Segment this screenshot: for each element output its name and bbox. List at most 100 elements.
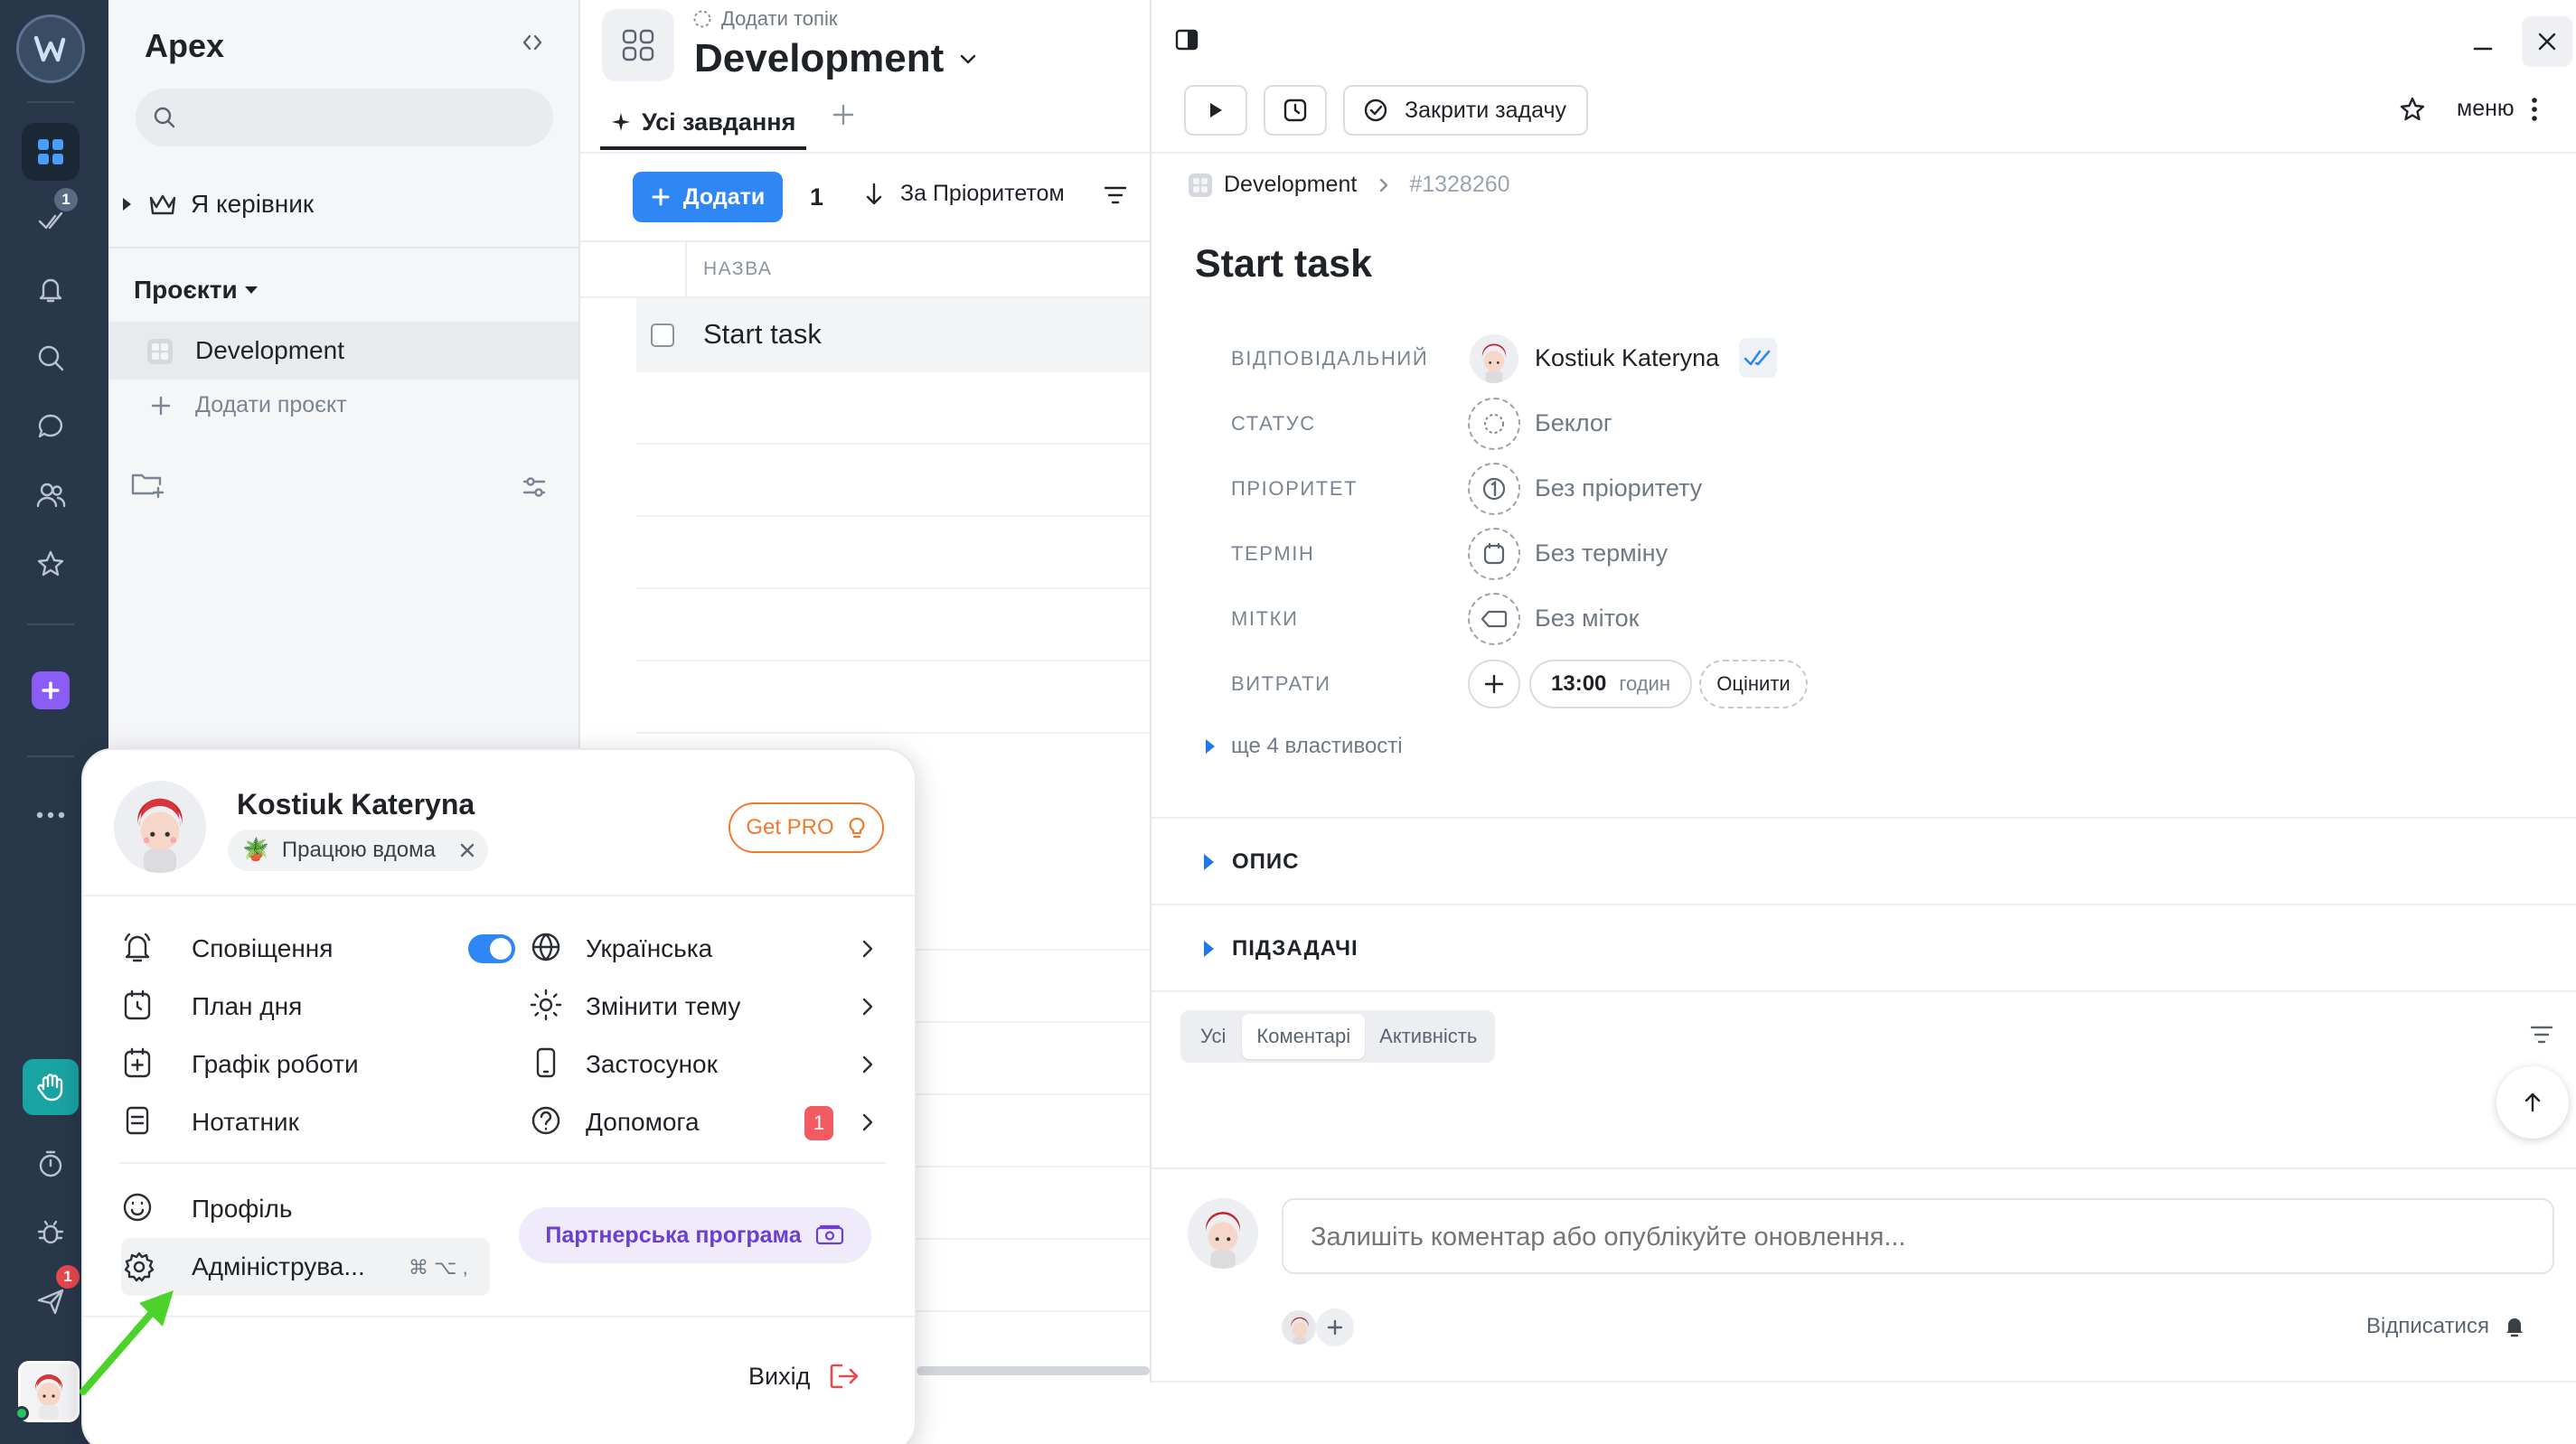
rail-dashboard-button[interactable]	[22, 123, 80, 181]
comment-input[interactable]	[1311, 1216, 2522, 1258]
history-button[interactable]	[1264, 85, 1327, 136]
add-cost-button[interactable]	[1468, 660, 1520, 708]
more-properties-toggle[interactable]: ще 4 властивості	[1206, 734, 1403, 759]
rail-tasks-button[interactable]: 1	[22, 188, 80, 249]
rail-bug-button[interactable]	[22, 1204, 80, 1261]
horizontal-scrollbar[interactable]	[917, 1366, 1150, 1375]
plus-icon	[32, 671, 70, 709]
close-icon[interactable]	[459, 842, 475, 858]
filter-button[interactable]	[1103, 184, 1128, 206]
start-timer-button[interactable]	[1184, 85, 1247, 136]
toggle-panel-button[interactable]	[1175, 29, 1199, 51]
cost-time-chip[interactable]: 13:00 годин	[1529, 660, 1692, 708]
assignee-avatar[interactable]	[1470, 334, 1518, 383]
menu-item-day-plan[interactable]: План дня	[119, 981, 517, 1032]
rail-notifications-button[interactable]	[22, 260, 80, 318]
task-checkbox[interactable]	[651, 323, 674, 347]
task-detail-title[interactable]: Start task	[1195, 242, 1372, 286]
menu-item-profile[interactable]: Профіль	[119, 1184, 517, 1234]
menu-item-help[interactable]: Допомога 1	[528, 1097, 889, 1148]
add-task-button[interactable]: Додати	[633, 172, 783, 222]
rail-favorites-button[interactable]	[22, 535, 80, 593]
comment-input-box[interactable]	[1282, 1198, 2554, 1274]
manager-section[interactable]: Я керівник	[123, 186, 314, 222]
menu-item-notifications[interactable]: Сповіщення	[119, 924, 517, 974]
menu-item-theme[interactable]: Змінити тему	[528, 981, 889, 1032]
toolbar-divider	[580, 240, 1150, 242]
popup-user-name: Kostiuk Kateryna	[237, 788, 475, 820]
tab-all-tasks[interactable]: Усі завдання	[600, 98, 807, 150]
scroll-top-button[interactable]	[2496, 1066, 2569, 1139]
notifications-label: Сповіщення	[192, 934, 334, 962]
due-date-picker[interactable]	[1468, 528, 1520, 580]
popup-avatar[interactable]	[114, 781, 206, 873]
add-project-button[interactable]: Додати проєкт	[150, 392, 347, 418]
close-panel-button[interactable]	[2522, 16, 2572, 67]
logout-icon	[831, 1364, 859, 1389]
menu-item-schedule[interactable]: Графік роботи	[119, 1039, 517, 1090]
filter-comments[interactable]: Коментарі	[1242, 1014, 1366, 1059]
plus-icon	[832, 104, 854, 126]
collapse-sidebar-button[interactable]	[519, 29, 546, 56]
priority-picker[interactable]	[1468, 463, 1520, 515]
breadcrumb-project[interactable]: Development	[1224, 172, 1357, 198]
tags-label: МІТКИ	[1231, 607, 1299, 630]
rail-timer-button[interactable]	[22, 1135, 80, 1193]
sidebar-search[interactable]	[136, 89, 553, 146]
activity-sort-button[interactable]	[2529, 1023, 2554, 1046]
play-icon	[1210, 103, 1222, 117]
rail-chat-button[interactable]	[22, 398, 80, 455]
minimize-button[interactable]	[2471, 31, 2495, 54]
partner-program-button[interactable]: Партнерська програма	[519, 1207, 871, 1263]
menu-item-app[interactable]: Застосунок	[528, 1039, 889, 1090]
unsubscribe-button[interactable]: Відписатися	[2366, 1314, 2527, 1339]
rail-people-button[interactable]	[22, 466, 80, 524]
filter-all[interactable]: Усі	[1184, 1014, 1242, 1059]
tags-picker[interactable]	[1468, 593, 1520, 645]
sidebar-search-input[interactable]	[190, 98, 533, 137]
add-folder-button[interactable]	[130, 468, 165, 499]
add-topic-button[interactable]: Додати топік	[692, 7, 837, 31]
filter-activity[interactable]: Активність	[1365, 1014, 1491, 1059]
tags-value[interactable]: Без міток	[1535, 605, 1639, 633]
menu-item-notebook[interactable]: Нотатник	[119, 1097, 517, 1148]
folder-plus-icon	[131, 474, 165, 499]
favorite-button[interactable]	[2399, 96, 2426, 123]
notifications-toggle[interactable]	[468, 934, 515, 963]
rail-send-button[interactable]: 1	[22, 1265, 80, 1330]
subscriber-avatar[interactable]	[1280, 1308, 1318, 1346]
close-task-button[interactable]: Закрити задачу	[1343, 85, 1589, 136]
assignee-name[interactable]: Kostiuk Kateryna	[1535, 344, 1719, 372]
arrow-up-icon	[2524, 1092, 2541, 1112]
rail-hand-button[interactable]	[23, 1059, 79, 1115]
panel-menu-button[interactable]: меню	[2457, 96, 2538, 122]
assignee-confirm-button[interactable]	[1739, 338, 1777, 378]
sidebar-item-development[interactable]: Development	[108, 322, 578, 380]
project-icon-tile[interactable]	[602, 9, 674, 81]
get-pro-button[interactable]: Get PRO	[729, 802, 884, 853]
sidebar-settings-button[interactable]	[521, 474, 548, 501]
add-tab-button[interactable]	[832, 103, 855, 127]
app-logo[interactable]	[16, 14, 85, 83]
menu-item-language[interactable]: Українська	[528, 924, 889, 974]
task-title: Start task	[703, 318, 822, 350]
description-section-toggle[interactable]: ОПИС	[1204, 849, 1300, 875]
project-title-dropdown[interactable]: Development	[694, 36, 980, 81]
status-picker[interactable]	[1468, 398, 1520, 450]
rail-search-button[interactable]	[22, 329, 80, 387]
subtasks-section-toggle[interactable]: ПІДЗАДАЧІ	[1204, 936, 1359, 961]
due-value[interactable]: Без терміну	[1535, 539, 1668, 567]
table-row[interactable]: Start task	[636, 298, 1150, 372]
sort-button[interactable]: За Пріоритетом	[864, 181, 1065, 207]
workspace-name[interactable]: Apex	[145, 27, 224, 65]
priority-value[interactable]: Без пріоритету	[1535, 474, 1702, 502]
add-subscriber-button[interactable]	[1316, 1308, 1354, 1346]
projects-header[interactable]: Проєкти	[134, 276, 258, 305]
unsubscribe-label: Відписатися	[2366, 1314, 2489, 1338]
logout-button[interactable]: Вихід	[748, 1361, 860, 1392]
work-status-chip[interactable]: 🪴 Працюю вдома	[228, 830, 488, 871]
status-value[interactable]: Беклог	[1535, 409, 1612, 437]
rail-more-button[interactable]	[22, 786, 80, 844]
rail-create-button[interactable]	[22, 661, 80, 719]
estimate-button[interactable]: Оцінити	[1699, 660, 1808, 708]
